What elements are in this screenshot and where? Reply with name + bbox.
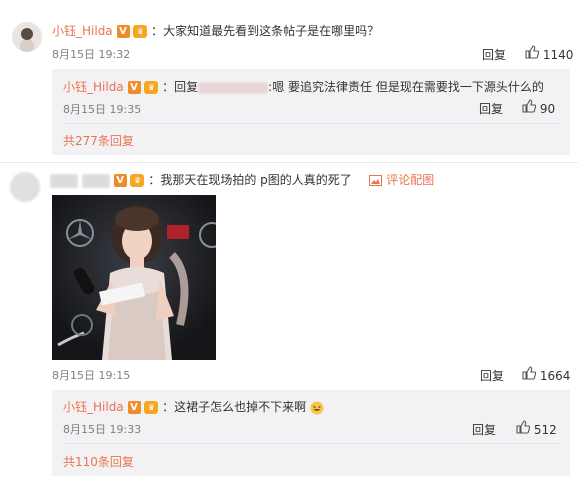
reply-header: 小钰_Hilda V ♛ ：回复 :嗯 要追究法律责任 但是现在需要找一下源头什么… <box>63 78 544 95</box>
photo-image <box>52 195 216 360</box>
vip-icon: ♛ <box>133 25 148 38</box>
like-count: 90 <box>539 102 556 116</box>
username-link[interactable]: 小钰_Hilda <box>52 24 113 38</box>
vip-icon: ♛ <box>144 401 159 414</box>
verified-v-icon: V <box>113 174 127 187</box>
reply-button[interactable]: 回复 <box>472 421 496 438</box>
thumbs-up-icon <box>516 420 530 434</box>
vip-icon: ♛ <box>144 81 159 94</box>
comment-time: 8月15日 19:32 <box>52 48 131 61</box>
verified-v-icon: V <box>116 25 130 38</box>
reply-time: 8月15日 19:35 <box>63 103 142 116</box>
reply-button[interactable]: 回复 <box>482 46 506 63</box>
picture-icon <box>369 175 383 186</box>
comment-header: 小钰_Hilda V ♛ ：大家知道最先看到这条帖子是在哪里吗？ <box>52 22 379 39</box>
thumbs-up-icon <box>522 99 536 113</box>
comment-text: ：我那天在现场拍的 p图的人真的死了 <box>148 173 352 187</box>
reply-button[interactable]: 回复 <box>480 367 504 384</box>
view-picture-link[interactable]: 评论配图 <box>386 173 434 187</box>
reply-time: 8月15日 19:33 <box>63 423 142 436</box>
avatar[interactable] <box>10 172 40 202</box>
like-button[interactable]: 512 <box>516 420 557 437</box>
like-count: 1140 <box>542 48 574 62</box>
verified-v-icon: V <box>127 81 141 94</box>
reply-text: :嗯 要追究法律责任 但是现在需要找一下源头什么的 <box>268 80 544 94</box>
reply-button[interactable]: 回复 <box>479 100 503 117</box>
laughing-emoji-icon <box>310 401 324 414</box>
blurred-username <box>198 81 269 94</box>
comment-header: V ♛ ：我那天在现场拍的 p图的人真的死了 评论配图 <box>50 171 434 188</box>
reply-username-link[interactable]: 小钰_Hilda <box>63 80 124 94</box>
blurred-username <box>81 173 110 188</box>
reply-username-link[interactable]: 小钰_Hilda <box>63 400 124 414</box>
like-button[interactable]: 1140 <box>525 45 573 62</box>
reply-prefix: ：回复 <box>162 80 199 94</box>
like-count: 1664 <box>539 369 571 383</box>
reply-text: ：这裙子怎么也掉不下来啊 <box>162 400 307 414</box>
vip-icon: ♛ <box>130 174 145 187</box>
more-replies-link[interactable]: 共110条回复 <box>63 453 134 470</box>
thumbs-up-icon <box>525 45 539 59</box>
comment-divider <box>0 162 578 163</box>
like-count: 512 <box>533 423 557 437</box>
reply-header: 小钰_Hilda V ♛ ：这裙子怎么也掉不下来啊 <box>63 398 324 415</box>
comment-text: ：大家知道最先看到这条帖子是在哪里吗？ <box>151 24 380 38</box>
like-button[interactable]: 1664 <box>522 366 570 383</box>
comment-photo[interactable] <box>52 195 216 360</box>
reply-divider <box>63 443 559 444</box>
thumbs-up-icon <box>522 366 536 380</box>
blurred-username <box>50 173 78 188</box>
verified-v-icon: V <box>127 401 141 414</box>
avatar[interactable] <box>12 22 42 52</box>
avatar-icon <box>20 28 34 52</box>
more-replies-link[interactable]: 共277条回复 <box>63 132 134 149</box>
comment-time: 8月15日 19:15 <box>52 369 131 382</box>
reply-divider <box>63 123 559 124</box>
like-button[interactable]: 90 <box>522 99 555 116</box>
